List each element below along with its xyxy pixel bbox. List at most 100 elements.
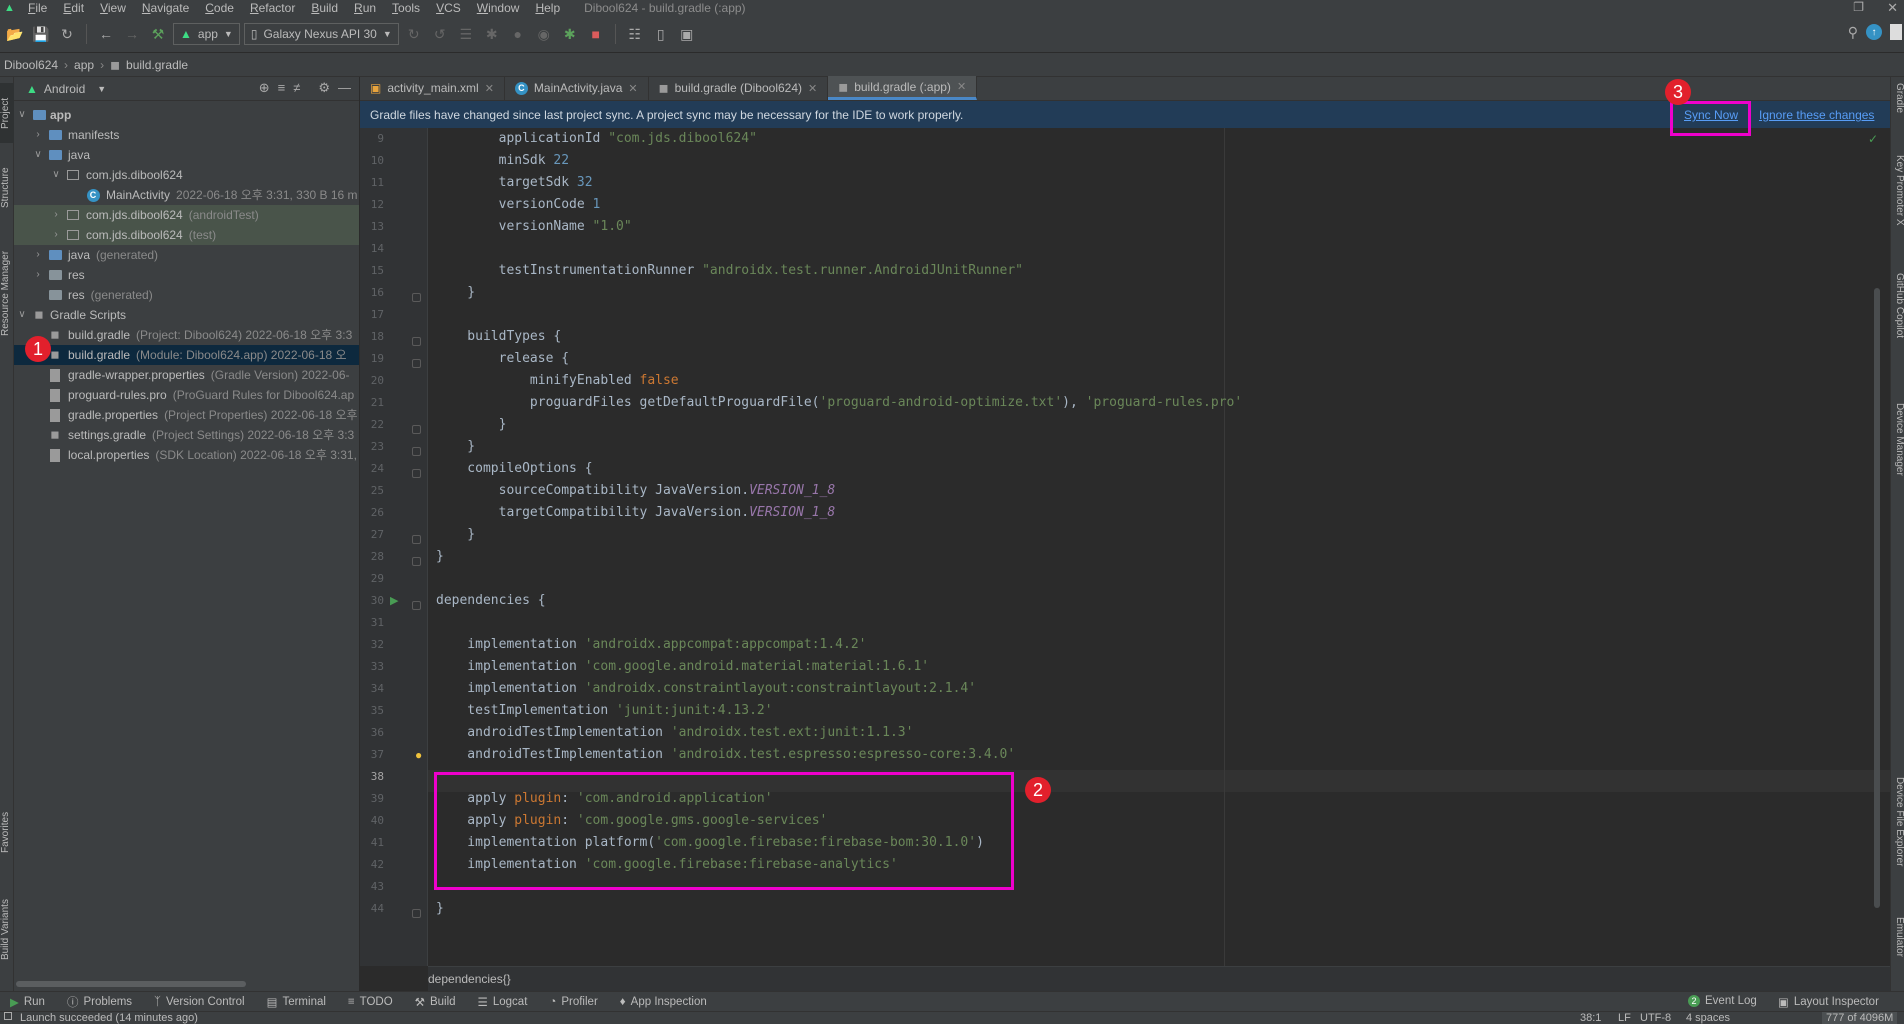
tool-window-resource-manager[interactable]: Resource Manager [0, 233, 14, 353]
tree-item-build-gradle-module[interactable]: ◼ build.gradle (Module: Dibool624.app) 20… [14, 345, 359, 365]
code-line[interactable]: implementation 'androidx.constraintlayou… [436, 678, 976, 700]
breadcrumb-project[interactable]: Dibool624 [4, 58, 58, 72]
tool-window-gradle[interactable]: Gradle [1892, 83, 1904, 133]
breadcrumb-file[interactable]: build.gradle [126, 58, 188, 72]
code-line[interactable]: implementation 'androidx.appcompat:appco… [436, 634, 866, 656]
menu-vcs[interactable]: VCS [428, 0, 469, 16]
tree-item-app[interactable]: ∨ app [14, 105, 359, 125]
menu-view[interactable]: View [92, 0, 134, 16]
fold-marker-icon[interactable] [412, 601, 421, 610]
run-config-dropdown[interactable]: ▲ app ▼ [173, 23, 240, 45]
fold-marker-icon[interactable] [412, 557, 421, 566]
tree-item-build-gradle-project[interactable]: ◼ build.gradle (Project: Dibool624) 2022-… [14, 325, 359, 345]
code-line[interactable]: } [436, 414, 507, 436]
menu-code[interactable]: Code [197, 0, 242, 16]
code-line[interactable]: androidTestImplementation 'androidx.test… [436, 744, 1015, 766]
code-line[interactable]: androidTestImplementation 'androidx.test… [436, 722, 913, 744]
project-horizontal-scrollbar[interactable] [16, 981, 246, 987]
rerun-icon[interactable]: ↻ [403, 23, 425, 45]
apply-code-changes-icon[interactable]: ☰ [455, 23, 477, 45]
code-line[interactable]: testInstrumentationRunner "androidx.test… [436, 260, 1023, 282]
lightbulb-icon[interactable]: ● [415, 748, 422, 762]
menu-window[interactable]: Window [469, 0, 528, 16]
tool-event-log[interactable]: 2 Event Log [1688, 995, 1757, 1007]
locate-file-icon[interactable]: ⊕ [259, 80, 270, 96]
menu-build[interactable]: Build [303, 0, 346, 16]
code-line[interactable]: minifyEnabled false [436, 370, 679, 392]
menu-tools[interactable]: Tools [384, 0, 428, 16]
tool-terminal[interactable]: ▤ Terminal [267, 995, 326, 1009]
profile-icon[interactable]: ● [507, 23, 529, 45]
back-arrow-icon[interactable]: ← [95, 23, 117, 45]
chevron-right-icon[interactable]: › [32, 125, 44, 145]
menu-edit[interactable]: Edit [55, 0, 92, 16]
close-icon[interactable]: ✕ [628, 82, 637, 95]
tree-item-settings-gradle[interactable]: ◼ settings.gradle (Project Settings) 2022… [14, 425, 359, 445]
tree-item-mainactivity[interactable]: C MainActivity 2022-06-18 오후 3:31, 330 B … [14, 185, 359, 205]
tool-run[interactable]: ▶ Run [10, 995, 45, 1009]
tool-profiler[interactable]: ◔ Profiler [549, 996, 597, 1008]
no-problems-check-icon[interactable]: ✓ [1868, 132, 1878, 146]
code-line[interactable]: } [436, 436, 475, 458]
menu-run[interactable]: Run [346, 0, 384, 16]
fold-marker-icon[interactable] [412, 447, 421, 456]
close-icon[interactable]: ✕ [808, 82, 817, 95]
tab-build-gradle-project[interactable]: ◼ build.gradle (Dibool624) ✕ [649, 76, 829, 100]
code-line[interactable]: versionCode 1 [436, 194, 601, 216]
expand-all-icon[interactable]: ≡ [278, 80, 286, 96]
code-line[interactable]: compileOptions { [436, 458, 592, 480]
code-line[interactable]: applicationId "com.jds.dibool624" [436, 128, 757, 150]
tool-logcat[interactable]: ☰ Logcat [478, 995, 528, 1009]
tool-window-project[interactable]: Project [0, 83, 14, 143]
tool-problems[interactable]: ⓘ Problems [67, 994, 132, 1010]
tree-item-gradle-scripts[interactable]: ∨ ◼ Gradle Scripts [14, 305, 359, 325]
tree-item-res[interactable]: › res [14, 265, 359, 285]
indent-setting[interactable]: 4 spaces [1686, 1012, 1730, 1024]
device-manager-icon[interactable]: ▯ [650, 23, 672, 45]
code-line[interactable]: } [436, 282, 475, 304]
breadcrumb-module[interactable]: app [74, 58, 94, 72]
status-message[interactable]: Launch succeeded (14 minutes ago) [20, 1012, 198, 1024]
collapse-all-icon[interactable]: ≠ [293, 80, 300, 96]
code-line[interactable]: buildTypes { [436, 326, 561, 348]
tree-item-package-test[interactable]: › com.jds.dibool624 (test) [14, 225, 359, 245]
close-icon[interactable]: ✕ [485, 82, 494, 95]
project-view-selector[interactable]: Android [44, 82, 85, 96]
tree-item-java-generated[interactable]: › java (generated) [14, 245, 359, 265]
code-line[interactable]: release { [436, 348, 569, 370]
tree-item-gradle-wrapper[interactable]: gradle-wrapper.properties (Gradle Version… [14, 365, 359, 385]
tree-item-manifests[interactable]: › manifests [14, 125, 359, 145]
code-line[interactable]: targetCompatibility JavaVersion.VERSION_… [436, 502, 836, 524]
code-line[interactable]: proguardFiles getDefaultProguardFile('pr… [436, 392, 1242, 414]
tree-item-local-properties[interactable]: local.properties (SDK Location) 2022-06-1… [14, 445, 359, 465]
line-separator[interactable]: LF [1618, 1012, 1631, 1024]
file-encoding[interactable]: UTF-8 [1640, 1012, 1671, 1024]
tool-build[interactable]: ⚒ Build [415, 995, 456, 1009]
chevron-right-icon[interactable]: › [32, 265, 44, 285]
chevron-right-icon[interactable]: › [32, 245, 44, 265]
tree-item-res-generated[interactable]: res (generated) [14, 285, 359, 305]
open-folder-icon[interactable]: 📂 [4, 23, 26, 45]
code-line[interactable]: } [436, 898, 444, 920]
fold-marker-icon[interactable] [412, 469, 421, 478]
search-icon[interactable]: ⚲ [1848, 24, 1858, 41]
tool-window-github-copilot[interactable]: GitHub Copilot [1892, 273, 1904, 363]
close-window-icon[interactable]: ✕ [1887, 0, 1898, 16]
tool-window-favorites[interactable]: Favorites [0, 797, 14, 867]
tool-app-inspection[interactable]: ♦ App Inspection [620, 996, 707, 1008]
fold-marker-icon[interactable] [412, 337, 421, 346]
tab-mainactivity-java[interactable]: C MainActivity.java ✕ [505, 76, 649, 100]
account-icon[interactable] [1890, 24, 1902, 40]
fold-marker-icon[interactable] [412, 359, 421, 368]
make-project-hammer-icon[interactable]: ⚒ [147, 23, 169, 45]
tool-version-control[interactable]: ᛉ Version Control [154, 996, 245, 1008]
forward-arrow-icon[interactable]: → [121, 23, 143, 45]
attach-debugger-icon[interactable]: ◉ [533, 23, 555, 45]
apply-changes-icon[interactable]: ↺ [429, 23, 451, 45]
caret-position[interactable]: 38:1 [1580, 1012, 1601, 1024]
menu-refactor[interactable]: Refactor [242, 0, 303, 16]
code-line[interactable]: sourceCompatibility JavaVersion.VERSION_… [436, 480, 836, 502]
restore-window-icon[interactable]: ❐ [1853, 0, 1864, 14]
fold-marker-icon[interactable] [412, 293, 421, 302]
code-line[interactable]: implementation 'com.google.android.mater… [436, 656, 929, 678]
